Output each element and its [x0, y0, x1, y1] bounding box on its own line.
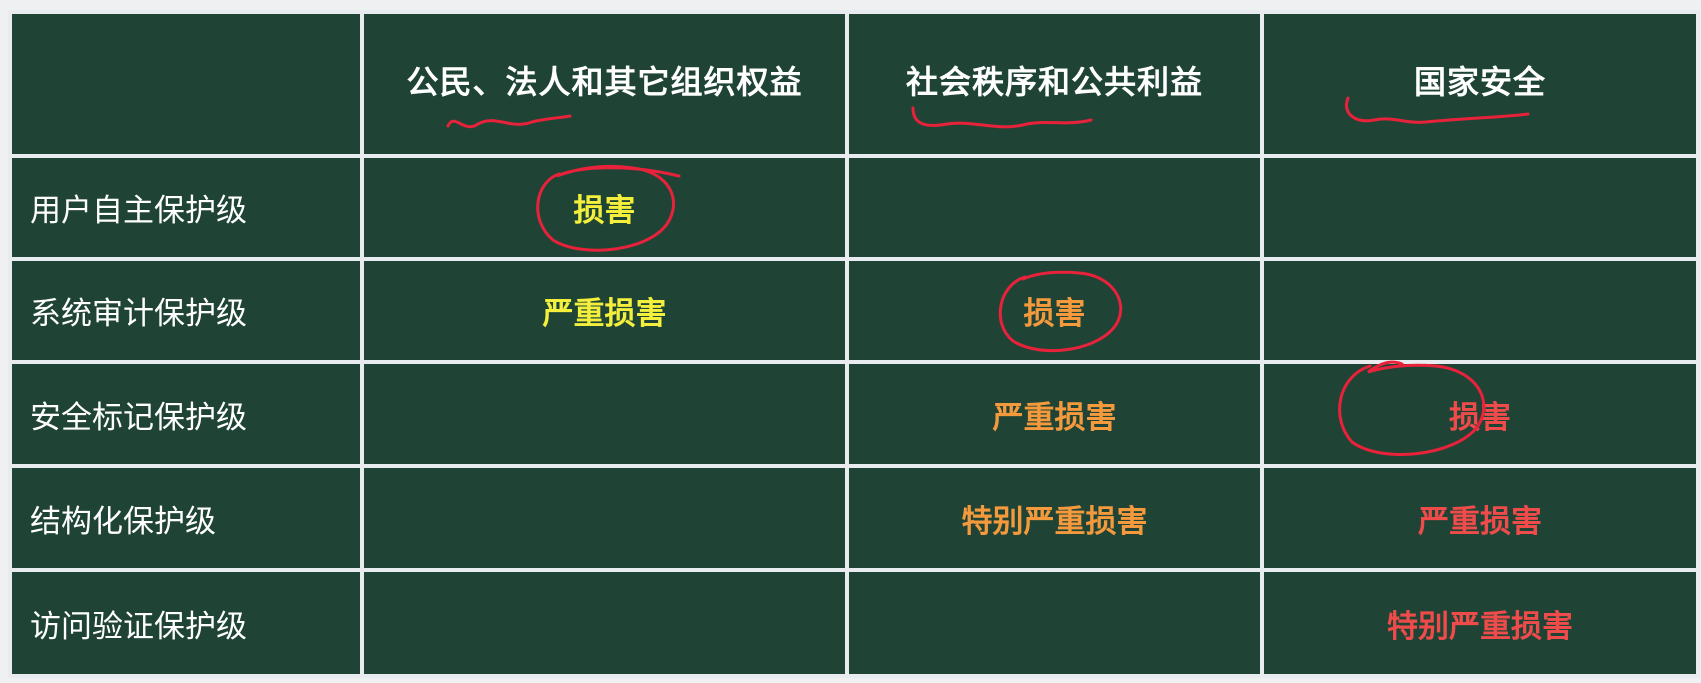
- value-damage: 损害: [1023, 295, 1086, 332]
- value-serious-damage: 严重损害: [1418, 503, 1542, 540]
- table-cell: [360, 464, 849, 572]
- underline-annotation-icon: [446, 114, 572, 129]
- row-label: 结构化保护级: [8, 464, 364, 572]
- row-label: 用户自主保护级: [8, 153, 364, 261]
- value-serious-damage: 严重损害: [992, 399, 1117, 436]
- value-serious-damage: 严重损害: [542, 295, 667, 332]
- header-national-security: 国家安全: [1413, 62, 1546, 101]
- slide-board: 公民、法人和其它组织权益 社会秩序和公共利益 国家安全 用户自主保护级 损害 系…: [0, 0, 1701, 683]
- table-row: 用户自主保护级 损害: [8, 153, 1700, 261]
- table-cell: 损害: [1260, 360, 1700, 469]
- table-row: 系统审计保护级 严重损害 损害: [8, 256, 1700, 365]
- header-social-order: 社会秩序和公共利益: [905, 62, 1203, 101]
- table-cell: 严重损害: [845, 360, 1264, 469]
- table-cell: 特别严重损害: [1260, 568, 1700, 678]
- header-corner-cell: [8, 10, 364, 158]
- underline-annotation-icon: [911, 106, 1093, 129]
- table-cell: 特别严重损害: [845, 464, 1264, 572]
- header-citizen-rights: 公民、法人和其它组织权益: [406, 62, 803, 101]
- header-cell-citizen-rights: 公民、法人和其它组织权益: [360, 10, 849, 158]
- header-row: 公民、法人和其它组织权益 社会秩序和公共利益 国家安全: [8, 10, 1700, 158]
- table-row: 访问验证保护级 特别严重损害: [8, 568, 1700, 678]
- table-cell: [845, 153, 1264, 261]
- table-cell: 损害: [360, 153, 849, 261]
- value-extremely-serious-damage: 特别严重损害: [961, 503, 1148, 540]
- table-cell: [845, 568, 1264, 678]
- table-cell: [360, 360, 849, 469]
- row-label: 访问验证保护级: [8, 568, 364, 678]
- table-cell: 严重损害: [1260, 464, 1700, 572]
- table-cell: [1260, 153, 1700, 261]
- table-cell: 严重损害: [360, 256, 849, 365]
- value-damage: 损害: [1449, 399, 1511, 436]
- table-cell: 损害: [845, 256, 1264, 365]
- table-cell: [360, 568, 849, 678]
- header-cell-national-security: 国家安全: [1260, 10, 1700, 158]
- table-row: 结构化保护级 特别严重损害 严重损害: [8, 464, 1700, 572]
- table-row: 安全标记保护级 严重损害 损害: [8, 360, 1700, 469]
- row-label: 系统审计保护级: [8, 256, 364, 365]
- table-cell: [1260, 256, 1700, 365]
- value-damage: 损害: [573, 192, 636, 229]
- row-label: 安全标记保护级: [8, 360, 364, 469]
- header-cell-social-order: 社会秩序和公共利益: [845, 10, 1264, 158]
- protection-level-table: 公民、法人和其它组织权益 社会秩序和公共利益 国家安全 用户自主保护级 损害 系…: [8, 10, 1700, 678]
- value-extremely-serious-damage: 特别严重损害: [1387, 608, 1573, 645]
